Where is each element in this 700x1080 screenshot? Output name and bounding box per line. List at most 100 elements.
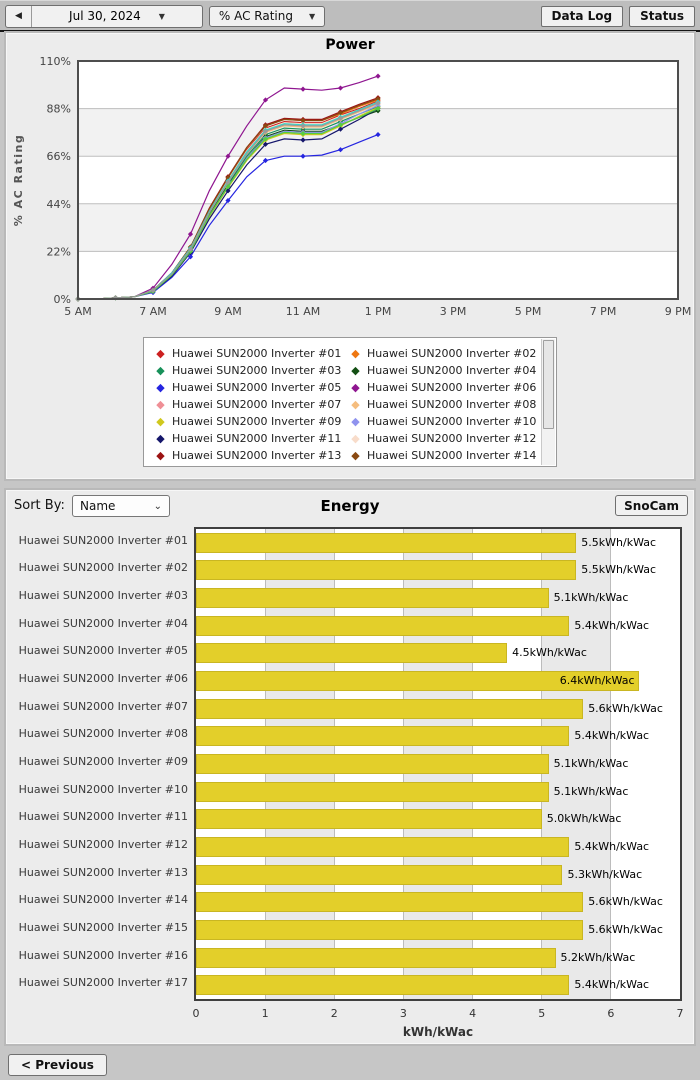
- legend-item-label: Huawei SUN2000 Inverter #11: [172, 432, 342, 445]
- legend-scrollbar-thumb[interactable]: [543, 340, 554, 430]
- legend-marker-icon: ◆: [156, 381, 165, 394]
- legend-item-label: Huawei SUN2000 Inverter #01: [172, 347, 342, 360]
- legend-item-label: Huawei SUN2000 Inverter #05: [172, 381, 342, 394]
- energy-bar: [196, 836, 570, 857]
- legend-item[interactable]: ◆ Huawei SUN2000 Inverter #12: [349, 430, 538, 447]
- legend-scrollbar[interactable]: [541, 339, 555, 465]
- legend-items: ◆ Huawei SUN2000 Inverter #01 ◆ Huawei SUN2…: [154, 345, 538, 464]
- plot-band: [78, 203, 678, 252]
- energy-row-label: Huawei SUN2000 Inverter #04: [18, 616, 188, 630]
- energy-bar-value: 5.1kWh/kWac: [553, 591, 629, 605]
- power-chart-title: Power: [325, 37, 375, 53]
- legend-item[interactable]: ◆ Huawei SUN2000 Inverter #03: [154, 362, 343, 379]
- date-label: Jul 30, 2024: [69, 9, 141, 23]
- energy-row-label: Huawei SUN2000 Inverter #11: [18, 810, 188, 824]
- legend-marker-icon: ◆: [351, 347, 360, 360]
- energy-bar: [196, 698, 584, 719]
- y-axis-tick-label: 44%: [47, 198, 71, 211]
- energy-row-label: Huawei SUN2000 Inverter #05: [18, 644, 188, 658]
- previous-page-button[interactable]: < Previous: [8, 1054, 107, 1076]
- legend-marker-icon: ◆: [351, 449, 360, 462]
- energy-x-axis-title: kWh/kWac: [402, 1025, 474, 1039]
- legend-marker-icon: ◆: [351, 364, 360, 377]
- legend-item-label: Huawei SUN2000 Inverter #04: [367, 364, 537, 377]
- legend-marker-icon: ◆: [156, 415, 165, 428]
- legend-item[interactable]: ◆ Huawei SUN2000 Inverter #06: [349, 379, 538, 396]
- x-axis-tick-label: 9 PM: [665, 305, 692, 318]
- legend-item[interactable]: ◆ Huawei SUN2000 Inverter #10: [349, 413, 538, 430]
- energy-bar: [196, 809, 542, 830]
- legend-item-label: Huawei SUN2000 Inverter #09: [172, 415, 342, 428]
- energy-x-tick-label: 1: [261, 1007, 269, 1020]
- energy-bar-value: 5.1kWh/kWac: [553, 757, 629, 770]
- x-axis-tick-label: 5 AM: [64, 305, 92, 318]
- energy-bar-value: 5.0kWh/kWac: [546, 812, 622, 826]
- legend-marker-icon: ◆: [351, 381, 360, 394]
- metric-label: % AC Rating: [218, 9, 293, 23]
- legend-item-label: Huawei SUN2000 Inverter #14: [367, 449, 537, 462]
- data-log-button[interactable]: Data Log: [540, 5, 624, 27]
- legend-marker-icon: ◆: [351, 398, 360, 411]
- legend-item[interactable]: ◆ Huawei SUN2000 Inverter #05: [154, 379, 343, 396]
- energy-bar-value: 5.1kWh/kWac: [553, 784, 629, 798]
- y-axis-tick-label: 22%: [47, 245, 71, 258]
- energy-bar-value: 5.6kWh/kWac: [588, 895, 663, 909]
- legend-marker-icon: ◆: [156, 432, 165, 445]
- energy-bar: [196, 975, 570, 996]
- date-dropdown[interactable]: Jul 30, 2024 ▼: [32, 6, 202, 27]
- chevron-down-icon: ▼: [158, 11, 165, 21]
- legend-marker-icon: ◆: [156, 364, 165, 377]
- energy-x-tick-label: 5: [538, 1007, 546, 1020]
- energy-row-label: Huawei SUN2000 Inverter #17: [18, 976, 188, 990]
- energy-bar-value: 5.5kWh/kWac: [581, 563, 657, 577]
- legend-item-label: Huawei SUN2000 Inverter #08: [367, 398, 537, 411]
- top-toolbar: ◀ Jul 30, 2024 ▼ % AC Rating ▼ Data Log …: [0, 0, 700, 32]
- energy-bar-value: 6.4kWh/kWac: [559, 674, 635, 688]
- energy-row-label: Huawei SUN2000 Inverter #08: [18, 727, 188, 741]
- energy-bar: [196, 947, 556, 968]
- metric-dropdown[interactable]: % AC Rating ▼: [209, 5, 325, 27]
- power-panel: Power 0% 22% 44% 66% 88% 110% 5 AM 7 AM 9 AM 11 A…: [4, 31, 696, 481]
- legend-marker-icon: ◆: [156, 347, 165, 360]
- energy-bar: [196, 560, 577, 581]
- energy-plot-area: 5.5kWh/kWac 5.5kWh/kWac 5.1kWh/kWac 5.4kWh/…: [194, 527, 682, 1001]
- legend-item-label: Huawei SUN2000 Inverter #10: [367, 415, 537, 428]
- x-axis-tick-label: 11 AM: [286, 305, 321, 318]
- legend-item[interactable]: ◆ Huawei SUN2000 Inverter #11: [154, 430, 343, 447]
- legend-item[interactable]: ◆ Huawei SUN2000 Inverter #09: [154, 413, 343, 430]
- legend-item[interactable]: ◆ Huawei SUN2000 Inverter #04: [349, 362, 538, 379]
- x-axis-tick-label: 1 PM: [365, 305, 392, 318]
- power-legend: ◆ Huawei SUN2000 Inverter #01 ◆ Huawei SUN2…: [143, 337, 557, 467]
- legend-item[interactable]: ◆ Huawei SUN2000 Inverter #14: [349, 447, 538, 464]
- legend-item-label: Huawei SUN2000 Inverter #03: [172, 364, 342, 377]
- legend-marker-icon: ◆: [156, 449, 165, 462]
- legend-item[interactable]: ◆ Huawei SUN2000 Inverter #08: [349, 396, 538, 413]
- legend-item[interactable]: ◆ Huawei SUN2000 Inverter #07: [154, 396, 343, 413]
- energy-bar: [196, 588, 549, 609]
- legend-item[interactable]: ◆ Huawei SUN2000 Inverter #01: [154, 345, 343, 362]
- energy-bar: [196, 532, 577, 553]
- energy-bar-chart: 5.5kWh/kWac 5.5kWh/kWac 5.1kWh/kWac 5.4kWh/…: [6, 527, 694, 1039]
- x-axis-tick-label: 9 AM: [214, 305, 242, 318]
- energy-header: Sort By: Name ⌄ Energy SnoCam: [6, 495, 694, 521]
- energy-x-tick-label: 0: [192, 1007, 200, 1020]
- energy-bar: [196, 919, 584, 940]
- x-axis-tick-label: 5 PM: [515, 305, 542, 318]
- legend-item[interactable]: ◆ Huawei SUN2000 Inverter #02: [349, 345, 538, 362]
- back-arrow-icon: ◀: [15, 11, 22, 21]
- energy-x-tick-label: 2: [330, 1007, 338, 1020]
- energy-bar-value: 5.4kWh/kWac: [574, 978, 650, 992]
- energy-row-label: Huawei SUN2000 Inverter #01: [18, 533, 188, 547]
- legend-item-label: Huawei SUN2000 Inverter #07: [172, 398, 342, 411]
- snocam-button[interactable]: SnoCam: [615, 495, 688, 516]
- energy-row-label: Huawei SUN2000 Inverter #12: [18, 837, 188, 851]
- y-axis-title: % AC Rating: [12, 134, 25, 226]
- status-button[interactable]: Status: [629, 5, 695, 27]
- energy-row-label: Huawei SUN2000 Inverter #13: [18, 865, 188, 879]
- legend-item[interactable]: ◆ Huawei SUN2000 Inverter #13: [154, 447, 343, 464]
- date-nav-group: ◀ Jul 30, 2024 ▼: [5, 4, 203, 28]
- energy-bar: [196, 864, 563, 885]
- previous-day-button[interactable]: ◀: [6, 5, 32, 27]
- energy-row-label: Huawei SUN2000 Inverter #10: [18, 782, 188, 796]
- energy-row-label: Huawei SUN2000 Inverter #14: [18, 893, 188, 907]
